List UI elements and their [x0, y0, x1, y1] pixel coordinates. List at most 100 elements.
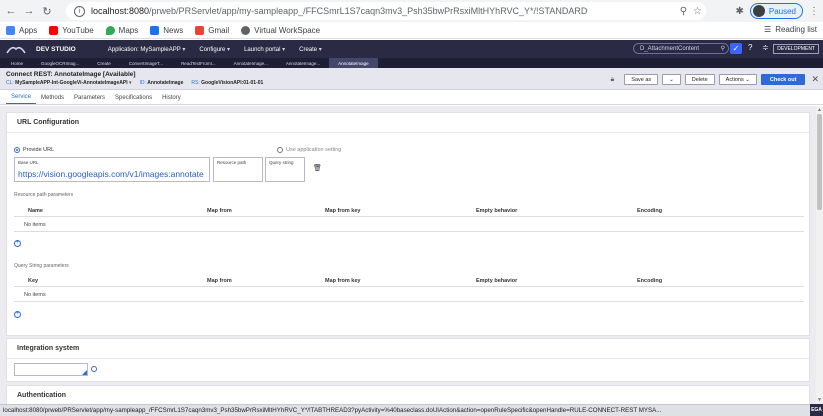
create-menu[interactable]: Create ▾ — [299, 46, 322, 53]
rule-form-content: URL Configuration Provide URL Use applic… — [0, 106, 816, 404]
news-icon — [150, 25, 160, 35]
tab-home[interactable]: Home — [2, 58, 32, 68]
bookmark-news[interactable]: News — [150, 25, 183, 35]
tab-parameters[interactable]: Parameters — [69, 95, 110, 104]
search-icon[interactable]: ⚲ — [721, 45, 725, 52]
reading-list-button[interactable]: ☰ Reading list — [764, 25, 817, 34]
add-row-icon[interactable]: + — [14, 240, 21, 247]
forward-icon[interactable]: → — [22, 4, 36, 18]
tab-specifications[interactable]: Specifications — [110, 95, 157, 104]
configure-menu[interactable]: Configure ▾ — [199, 46, 230, 53]
chevron-down-icon: ⌄ — [669, 76, 674, 83]
resource-path-field[interactable]: Resource path — [213, 157, 263, 182]
bookmark-apps[interactable]: Apps — [6, 25, 37, 35]
checkmark-icon[interactable]: ✓ — [730, 43, 742, 54]
url-path: /prweb/PRServlet/app/my-sampleapp_/FFCSm… — [149, 6, 588, 16]
authentication-panel: Authentication — [6, 385, 810, 404]
apps-grid-icon — [6, 25, 15, 35]
bookmark-gmail[interactable]: Gmail — [195, 25, 229, 35]
rule-form-tabs: Service Methods Parameters Specification… — [0, 91, 823, 105]
dropdown-icon — [82, 370, 87, 375]
section-title: Integration system — [7, 339, 809, 359]
section-title: URL Configuration — [7, 113, 809, 133]
status-url: localhost:8080/prweb/PRServlet/app/my-sa… — [0, 404, 810, 416]
launch-portal-menu[interactable]: Launch portal ▾ — [244, 46, 285, 53]
scroll-thumb[interactable] — [817, 114, 822, 210]
tab-create[interactable]: Create — [88, 58, 120, 68]
zoom-icon[interactable]: ⚲ — [680, 6, 687, 17]
avatar — [752, 5, 765, 17]
application-menu[interactable]: Application: MySampleAPP ▾ — [108, 46, 186, 53]
info-icon[interactable] — [91, 366, 97, 372]
tab-readtext[interactable]: ReadTextFromI... — [172, 58, 225, 68]
page-scrollbar[interactable]: ▲ ▼ — [816, 106, 823, 404]
delete-button[interactable]: Delete — [684, 74, 715, 85]
rule-keys: CL: MySampleAPP-Int-GoogleVi-AnnotateIma… — [6, 80, 264, 86]
studio-switcher[interactable]: DEV STUDIO — [36, 46, 76, 53]
rule-class[interactable]: MySampleAPP-Int-GoogleVi-AnnotateImageAP… — [15, 80, 127, 86]
save-as-button[interactable]: Save as — [624, 74, 659, 85]
actions-button[interactable]: Actions ⌄ — [718, 74, 757, 85]
settings-icon[interactable]: ≑ — [762, 43, 769, 52]
address-bar[interactable]: i localhost:8080/prweb/PRServlet/app/my-… — [66, 2, 706, 20]
save-as-dropdown-button[interactable]: ⌄ — [662, 74, 681, 85]
add-row-icon[interactable]: + — [14, 311, 21, 318]
portal-label: DEVELOPMENT — [773, 44, 819, 54]
reading-list-icon: ☰ — [764, 25, 772, 34]
tab-googleocr[interactable]: GoogleOCRImag... — [32, 58, 88, 68]
gmail-icon — [195, 25, 205, 35]
scroll-up-icon[interactable]: ▲ — [817, 107, 822, 113]
help-icon[interactable]: ? — [748, 43, 752, 52]
provide-url-radio[interactable]: Provide URL — [14, 147, 54, 153]
check-out-button[interactable]: Check out — [760, 74, 806, 85]
profile-button[interactable]: Paused — [749, 3, 803, 19]
scroll-down-icon[interactable]: ▼ — [817, 397, 822, 403]
rule-ruleset[interactable]: GoogleVisionAPI:01-01-01 — [201, 80, 263, 86]
rule-id: AnnotateImage — [147, 80, 184, 86]
tab-history[interactable]: History — [157, 95, 186, 104]
use-app-setting-radio[interactable]: Use application setting — [277, 147, 341, 153]
resource-params-label: Resource path parameters — [14, 192, 74, 198]
pega-logo-icon[interactable] — [6, 44, 26, 54]
url-host: localhost:8080 — [91, 6, 150, 16]
query-params-label: Query String parameters — [14, 263, 69, 269]
tab-annotateimage-1[interactable]: AnnotateImage... — [225, 58, 277, 68]
trash-icon[interactable]: 🗑︎ — [313, 164, 322, 172]
tab-methods[interactable]: Methods — [36, 95, 69, 104]
bookmark-youtube[interactable]: YouTube — [49, 25, 94, 35]
browser-toolbar: ← → ↻ i localhost:8080/prweb/PRServlet/a… — [0, 0, 823, 22]
close-icon[interactable]: ✕ — [811, 74, 819, 85]
tab-annotateimage-2[interactable]: AnnotateImage... — [277, 58, 329, 68]
site-info-icon[interactable]: i — [74, 5, 85, 17]
youtube-icon — [49, 25, 59, 35]
tab-annotateimage-active[interactable]: AnnotateImage — [329, 58, 378, 68]
extensions-icon[interactable]: ✱ — [735, 6, 743, 17]
integration-system-select[interactable] — [14, 363, 88, 376]
lock-icon: 🔒︎ — [610, 75, 615, 83]
maps-pin-icon — [105, 25, 115, 35]
tab-service[interactable]: Service — [6, 94, 37, 104]
resource-params-header: Name Map from Map from key Empty behavio… — [14, 206, 804, 217]
bookmark-maps[interactable]: Maps — [105, 25, 138, 35]
work-tabs: Home GoogleOCRImag... Create ConvertImag… — [0, 58, 823, 68]
table-row: No items — [14, 288, 804, 302]
section-title: Authentication — [7, 386, 809, 404]
pega-header: DEV STUDIO Application: MySampleAPP ▾ Co… — [0, 40, 823, 58]
back-icon[interactable]: ← — [4, 4, 18, 18]
more-menu-icon[interactable]: ⋮ — [809, 6, 819, 17]
profile-label: Paused — [768, 6, 796, 16]
query-params-header: Key Map from Map from key Empty behavior… — [14, 276, 804, 287]
corner-badge: EGA — [810, 404, 823, 416]
url-configuration-panel: URL Configuration Provide URL Use applic… — [6, 112, 810, 336]
tab-convertimage[interactable]: ConvertImageT... — [120, 58, 172, 68]
bookmark-virtual-workspace[interactable]: Virtual WorkSpace — [241, 25, 320, 35]
bookmark-star-icon[interactable]: ☆ — [693, 6, 702, 17]
base-url-field[interactable]: Base URL https://vision.googleapis.com/v… — [14, 157, 210, 182]
workspace-icon — [241, 25, 251, 35]
rule-title: Connect REST: AnnotateImage [Available] — [6, 71, 136, 78]
bookmarks-bar: Apps YouTube Maps News Gmail Virtual Wor… — [0, 22, 823, 39]
table-row: No items — [14, 218, 804, 232]
reload-icon[interactable]: ↻ — [40, 4, 54, 18]
query-string-field[interactable]: Query string — [265, 157, 305, 182]
search-input[interactable]: D_AttachmentContent ⚲ — [633, 43, 729, 54]
